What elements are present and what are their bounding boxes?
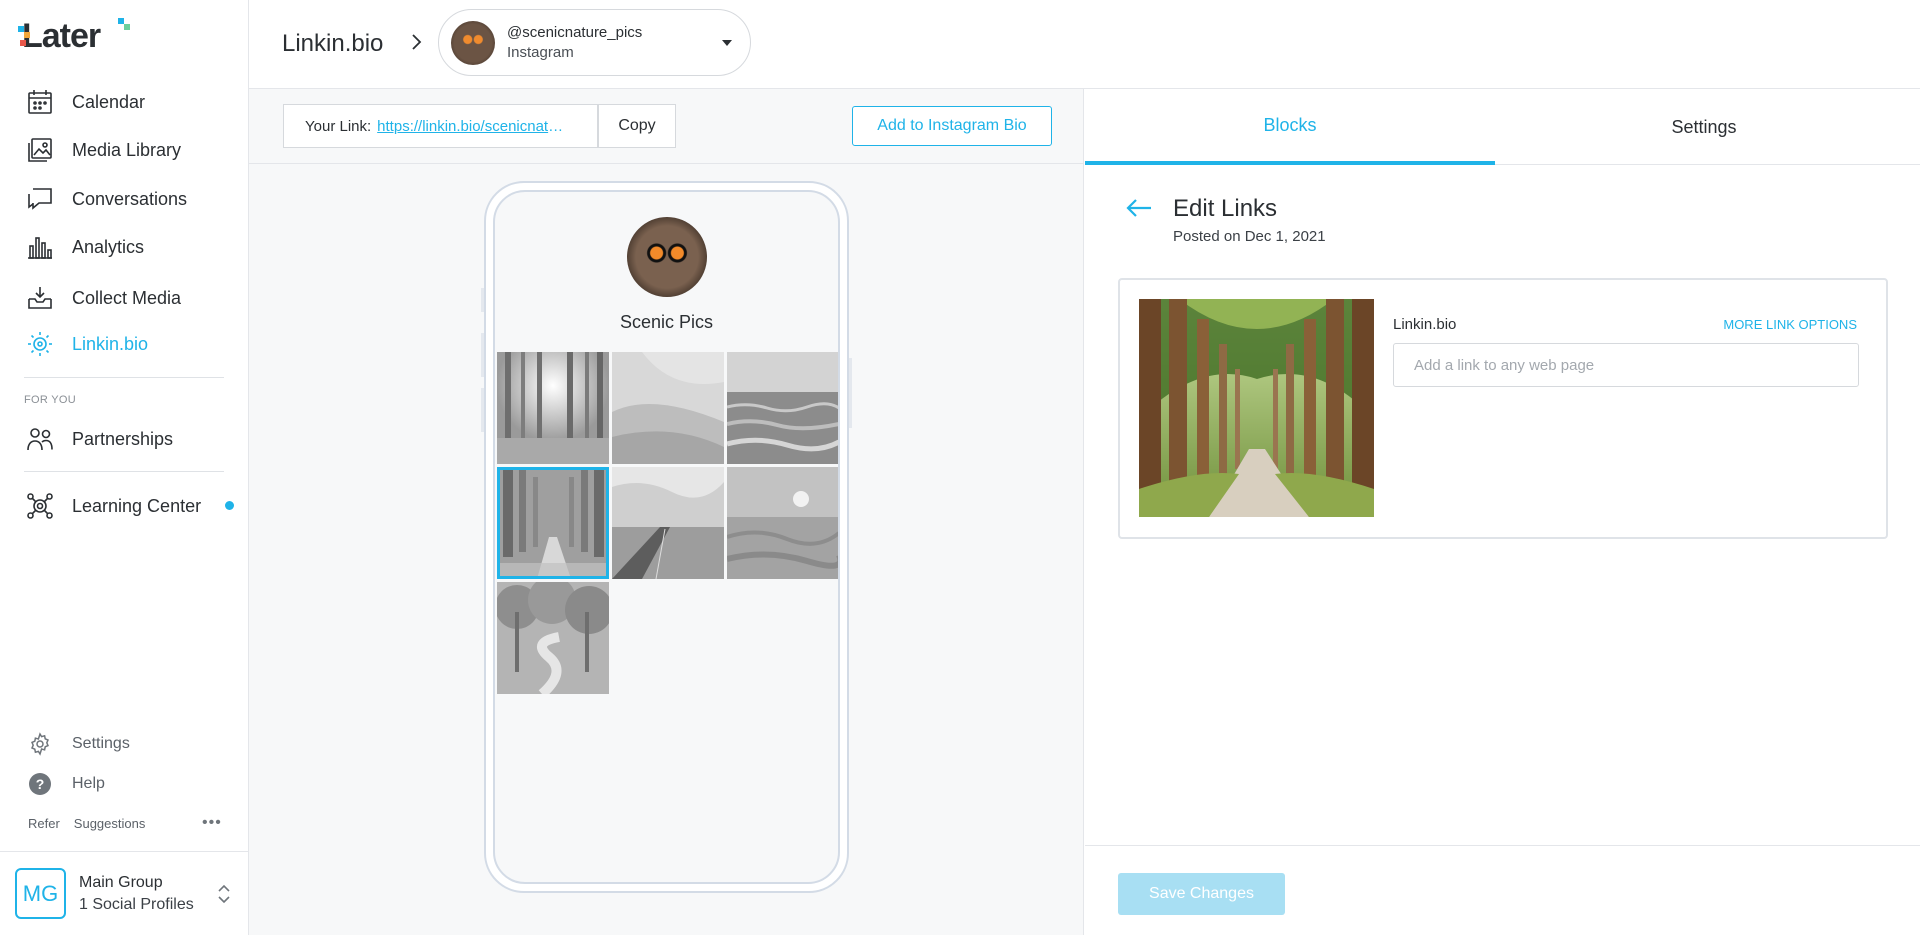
preview-panel: Your Link: https://linkin.bio/scenicnatu… (249, 89, 1084, 935)
phone-screen: Scenic Pics (493, 190, 840, 884)
logo-text: Later (22, 16, 101, 55)
nav-conversations-label: Conversations (72, 188, 188, 209)
nav-analytics[interactable]: Analytics (26, 230, 144, 264)
phone-button (481, 333, 484, 377)
nav-collect-media[interactable]: Collect Media (26, 281, 181, 315)
gear-icon (31, 732, 49, 756)
partnerships-icon (27, 428, 53, 451)
your-link-url[interactable]: https://linkin.bio/scenicnature_pics (377, 118, 570, 135)
top-header: Linkin.bio @scenicnature_pics Instagram (249, 0, 1920, 89)
suggestions-link[interactable]: Suggestions (74, 816, 146, 831)
more-options-icon[interactable]: ••• (202, 814, 222, 832)
profile-info: @scenicnature_pics Instagram (507, 24, 642, 61)
link-card: Linkin.bio MORE LINK OPTIONS (1118, 278, 1888, 539)
linkin-bio-icon (28, 332, 52, 356)
grid-tile-sand-dunes[interactable] (612, 352, 724, 464)
your-link-box: Your Link: https://linkin.bio/scenicnatu… (283, 104, 598, 148)
link-url-input[interactable] (1393, 343, 1859, 387)
learning-center-icon (27, 493, 53, 519)
group-profiles-count: 1 Social Profiles (79, 895, 194, 913)
link-card-label: Linkin.bio (1393, 316, 1457, 333)
phone-button (481, 388, 484, 432)
phone-button (481, 288, 484, 312)
sidebar-divider (24, 471, 224, 472)
phone-button (849, 358, 852, 428)
page-title: Linkin.bio (282, 30, 384, 57)
grid-tile-desert-road[interactable] (612, 467, 724, 579)
nav-linkin-bio-label: Linkin.bio (72, 333, 149, 354)
refer-link[interactable]: Refer (28, 816, 60, 831)
editor-panel: Blocks Settings Edit Links Posted on Dec… (1085, 89, 1920, 935)
nav-settings[interactable]: Settings (28, 731, 130, 757)
nav-calendar[interactable]: Calendar (26, 85, 145, 119)
sidebar: Later Calendar Media Library Conversatio… (0, 0, 249, 935)
profile-network: Instagram (507, 44, 574, 61)
link-toolbar: Your Link: https://linkin.bio/scenicnatu… (249, 89, 1084, 164)
grid-tile-ocean-waves[interactable] (727, 352, 839, 464)
nav-calendar-label: Calendar (72, 91, 146, 112)
nav-help[interactable]: ? Help (28, 771, 105, 797)
caret-down-icon (722, 40, 732, 46)
group-avatar: MG (15, 868, 66, 919)
chevron-right-icon (412, 34, 422, 50)
nav-media-library-label: Media Library (72, 139, 182, 160)
nav-media-library[interactable]: Media Library (26, 133, 181, 167)
notification-dot (225, 501, 234, 510)
grid-tile-tree-lined-path[interactable] (497, 467, 609, 579)
collect-media-icon (28, 287, 52, 309)
profile-avatar (451, 20, 495, 65)
later-logo[interactable]: Later (18, 16, 130, 56)
phone-preview: Scenic Pics (481, 181, 852, 893)
profile-avatar-large (627, 217, 707, 297)
sidebar-divider (24, 377, 224, 378)
grid-tile-forest-sunlight[interactable] (497, 352, 609, 464)
post-image-tree-lined-path (1139, 299, 1374, 517)
edit-links-title: Edit Links (1173, 195, 1278, 222)
conversations-icon (28, 188, 52, 210)
chevron-up-down-icon (218, 884, 230, 904)
media-library-icon (28, 138, 52, 162)
nav-learning-center-label: Learning Center (72, 495, 202, 516)
footer-links: Refer Suggestions (28, 816, 145, 831)
editor-footer: Save Changes (1085, 845, 1920, 935)
nav-settings-label: Settings (72, 735, 130, 752)
nav-learning-center[interactable]: Learning Center (26, 489, 201, 523)
grid-tile-winding-forest-path[interactable] (497, 582, 609, 694)
copy-button[interactable]: Copy (598, 104, 676, 148)
profile-handle: @scenicnature_pics (507, 24, 643, 41)
nav-partnerships-label: Partnerships (72, 428, 174, 449)
arrow-left-icon[interactable] (1125, 197, 1153, 219)
calendar-icon (28, 90, 52, 114)
tab-settings[interactable]: Settings (1499, 89, 1909, 165)
grid-tile-sea-sunset[interactable] (727, 467, 839, 579)
analytics-icon (28, 237, 52, 259)
profile-selector[interactable]: @scenicnature_pics Instagram (438, 9, 751, 76)
more-link-options-link[interactable]: MORE LINK OPTIONS (1723, 317, 1857, 332)
nav-analytics-label: Analytics (72, 236, 145, 257)
profile-display-name: Scenic Pics (619, 312, 714, 332)
help-icon: ? (29, 773, 51, 795)
group-info: Main Group 1 Social Profiles (79, 874, 194, 914)
nav-conversations[interactable]: Conversations (26, 182, 187, 216)
nav-help-label: Help (72, 775, 105, 792)
nav-partnerships[interactable]: Partnerships (26, 422, 173, 456)
your-link-label: Your Link: (305, 117, 372, 135)
posted-date: Posted on Dec 1, 2021 (1173, 228, 1326, 245)
svg-text:?: ? (36, 776, 45, 792)
nav-linkin-bio[interactable]: Linkin.bio (26, 327, 148, 361)
group-switcher[interactable]: MG Main Group 1 Social Profiles (0, 851, 249, 935)
tab-blocks[interactable]: Blocks (1085, 89, 1495, 165)
add-to-instagram-bio-button[interactable]: Add to Instagram Bio (852, 106, 1052, 146)
group-name: Main Group (79, 873, 163, 891)
nav-collect-media-label: Collect Media (72, 287, 182, 308)
editor-tabs: Blocks Settings (1085, 89, 1920, 165)
section-label-for-you: FOR YOU (24, 394, 77, 406)
save-changes-button[interactable]: Save Changes (1118, 873, 1285, 915)
